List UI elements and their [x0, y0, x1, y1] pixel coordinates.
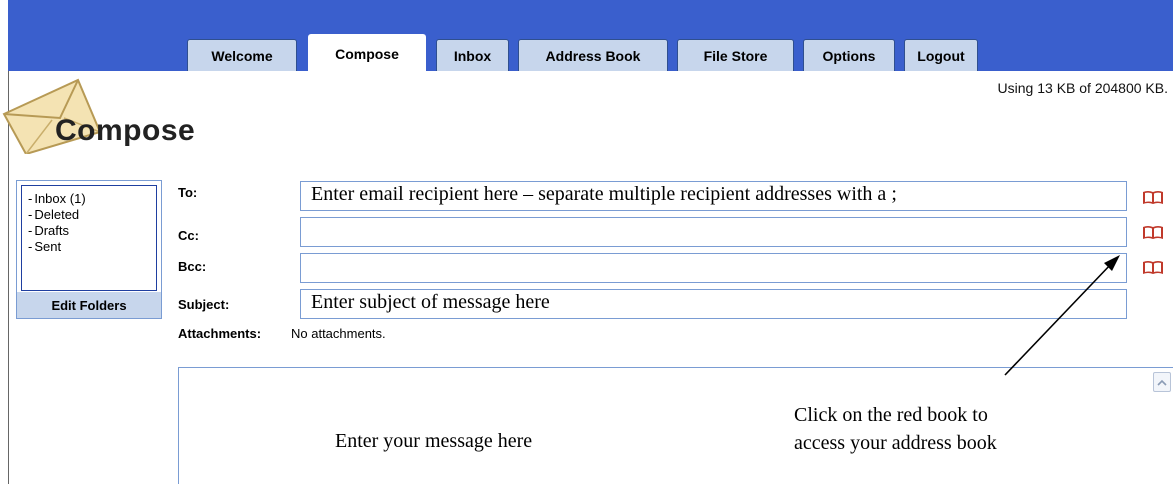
bcc-field[interactable] — [300, 253, 1127, 283]
folder-label: Deleted — [34, 207, 80, 222]
tab-welcome[interactable]: Welcome — [187, 39, 297, 71]
tab-logout[interactable]: Logout — [904, 39, 978, 71]
tab-address-book[interactable]: Address Book — [518, 39, 668, 71]
annotation-line-1: Click on the red book to — [794, 404, 988, 426]
folder-panel: - Inbox (1) - Deleted - Drafts - Sent Edit F… — [16, 180, 162, 319]
folder-label: Drafts — [34, 223, 70, 238]
tab-compose[interactable]: Compose — [308, 34, 426, 72]
folder-item-sent[interactable]: - Sent — [28, 239, 150, 255]
edit-folders-button[interactable]: Edit Folders — [17, 292, 161, 318]
subject-field[interactable]: Enter subject of message here — [300, 289, 1127, 319]
bcc-label: Bcc: — [178, 259, 207, 274]
tab-file-store[interactable]: File Store — [677, 39, 794, 71]
annotation-line-2: access your address book — [794, 432, 997, 454]
folder-list: - Inbox (1) - Deleted - Drafts - Sent — [21, 185, 157, 291]
subject-label: Subject: — [178, 297, 230, 312]
cc-field[interactable] — [300, 217, 1127, 247]
to-field[interactable]: Enter email recipient here – separate mu… — [300, 181, 1127, 211]
storage-quota: Using 13 KB of 204800 KB. — [997, 80, 1168, 96]
scroll-up-button[interactable] — [1153, 372, 1171, 392]
folder-label: Sent — [34, 239, 62, 254]
message-body[interactable]: Enter your message here — [178, 367, 1173, 484]
to-label: To: — [178, 185, 198, 200]
chevron-up-icon — [1157, 379, 1167, 386]
folder-item-inbox[interactable]: - Inbox (1) — [28, 191, 150, 207]
address-book-to-icon[interactable] — [1142, 189, 1164, 205]
folder-item-drafts[interactable]: - Drafts — [28, 223, 150, 239]
address-book-cc-icon[interactable] — [1142, 224, 1164, 240]
folder-label: Inbox (1) — [34, 191, 86, 206]
tab-options[interactable]: Options — [803, 39, 895, 71]
page-title: Compose — [55, 114, 196, 147]
folder-item-deleted[interactable]: - Deleted — [28, 207, 150, 223]
address-book-bcc-icon[interactable] — [1142, 259, 1164, 275]
annotation-note: Click on the red book to access your add… — [794, 401, 997, 457]
tab-inbox[interactable]: Inbox — [436, 39, 509, 71]
cc-label: Cc: — [178, 228, 199, 243]
attachments-value: No attachments. — [291, 326, 386, 341]
message-body-text: Enter your message here — [335, 430, 533, 452]
attachments-label: Attachments: — [178, 326, 262, 341]
